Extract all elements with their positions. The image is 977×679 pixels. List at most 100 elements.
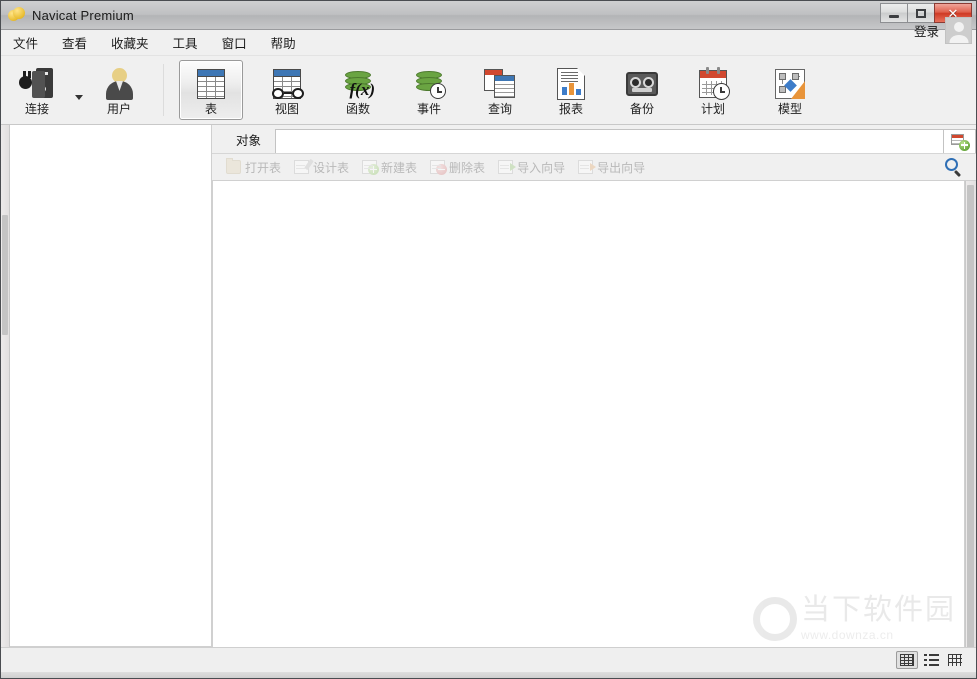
object-action-bar: 打开表 设计表 新建表 删除表 导入向导 导出向导 [212,153,976,181]
schedule-icon [699,67,730,101]
toolbar-label-query: 查询 [487,102,512,116]
toolbar-label-user: 用户 [106,102,131,116]
navicat-logo-icon [8,7,25,23]
action-delete-table-label: 删除表 [449,160,486,175]
minimize-icon [889,14,899,18]
report-icon [557,67,585,101]
toolbar-button-report[interactable]: 报表 [540,60,602,120]
toolbar-button-event[interactable]: 事件 [398,60,460,120]
toolbar-button-function[interactable]: f(x) 函数 [327,60,389,120]
left-scrollbar[interactable] [1,125,10,647]
toolbar-button-view[interactable]: 视图 [256,60,318,120]
toolbar-button-table[interactable]: 表 [179,60,243,120]
toolbar-button-user[interactable]: 用户 [84,60,154,120]
action-new-table[interactable]: 新建表 [362,159,417,176]
action-export-wizard[interactable]: 导出向导 [578,159,645,176]
right-scrollbar[interactable] [965,181,976,655]
open-table-icon [226,158,241,174]
design-table-icon [294,158,314,174]
watermark-main: 当下软件园 [800,594,956,626]
window-bottom-edge [1,672,976,678]
event-icon [416,67,446,101]
view-icon [272,67,304,101]
toolbar-label-function: 函数 [345,102,370,116]
backup-icon [626,67,658,101]
search-icon[interactable] [945,158,962,178]
toolbar-label-model: 模型 [777,102,802,116]
app-window: Navicat Premium ✕ 文件 查看 收藏夹 工具 窗口 帮助 登录 [0,0,977,679]
model-icon [775,67,805,101]
toolbar-label-report: 报表 [558,102,583,116]
toolbar-button-schedule[interactable]: 计划 [682,60,744,120]
menu-tools[interactable]: 工具 [161,30,210,55]
object-list-area[interactable]: 当下软件园 www.downza.cn [212,181,965,647]
left-scrollbar-thumb[interactable] [2,215,8,335]
connection-tree-panel[interactable] [10,125,212,647]
window-title: Navicat Premium [32,7,134,23]
function-icon: f(x) [345,67,375,101]
action-design-table[interactable]: 设计表 [294,158,350,176]
watermark: 当下软件园 www.downza.cn [752,594,956,642]
connection-icon [19,67,55,101]
object-tab-strip[interactable] [275,129,944,153]
main-toolbar: 连接 用户 表 视图 f(x) 函数 事件 查询 报表 备份 计划 模型 [1,56,976,125]
detail-icon [948,654,962,666]
body-area: 对象 打开表 设计表 新建表 删除表 导入向导 导出向导 当下软件园 www.d… [1,125,976,655]
object-tab-bar: 对象 [212,125,976,153]
toolbar-button-backup[interactable]: 备份 [611,60,673,120]
toolbar-button-model[interactable]: 模型 [759,60,821,120]
toolbar-group-objects: 表 视图 f(x) 函数 事件 查询 报表 备份 计划 模型 [178,56,822,124]
action-export-wizard-label: 导出向导 [597,160,646,175]
user-icon [104,67,134,101]
action-open-table-label: 打开表 [245,160,282,175]
tab-objects[interactable]: 对象 [222,125,275,153]
toolbar-label-backup: 备份 [629,102,654,116]
list-view-button[interactable] [920,651,942,669]
right-column: 对象 打开表 设计表 新建表 删除表 导入向导 导出向导 当下软件园 www.d… [212,125,976,655]
watermark-sub: www.downza.cn [800,628,894,642]
toolbar-separator [163,64,164,116]
right-scrollbar-thumb[interactable] [967,185,974,655]
action-new-table-label: 新建表 [381,160,418,175]
status-bar [1,647,976,672]
toolbar-group-connection: 连接 用户 [1,56,155,124]
query-icon [484,67,516,101]
avatar[interactable] [945,16,972,44]
menu-help[interactable]: 帮助 [259,30,308,55]
action-import-wizard-label: 导入向导 [517,160,566,175]
table-icon [197,67,225,101]
menu-file[interactable]: 文件 [1,30,50,55]
action-open-table[interactable]: 打开表 [226,158,282,176]
menu-favorites[interactable]: 收藏夹 [99,30,161,55]
toolbar-label-table: 表 [204,102,217,116]
action-delete-table[interactable]: 删除表 [430,159,485,176]
chevron-down-icon[interactable] [75,94,83,100]
content-wrap: 当下软件园 www.downza.cn [212,181,976,655]
toolbar-label-schedule: 计划 [700,102,725,116]
toolbar-label-connection: 连接 [24,102,49,116]
menu-bar: 文件 查看 收藏夹 工具 窗口 帮助 登录 [1,16,976,56]
ring-logo-icon [752,596,797,641]
grid-icon [900,654,914,666]
export-wizard-icon [578,160,597,174]
minimize-button[interactable] [880,3,908,23]
toolbar-label-view: 视图 [274,102,299,116]
action-design-table-label: 设计表 [313,160,350,175]
new-table-icon [362,160,380,175]
import-wizard-icon [498,160,517,174]
menu-window[interactable]: 窗口 [210,30,259,55]
login-area: 登录 [914,8,972,52]
toolbar-button-query[interactable]: 查询 [469,60,531,120]
tab-objects-label: 对象 [236,133,262,148]
toolbar-button-connection[interactable]: 连接 [2,60,72,120]
title-bar: Navicat Premium ✕ [1,1,976,30]
detail-view-button[interactable] [944,651,966,669]
login-link[interactable]: 登录 [914,21,939,40]
delete-table-icon [430,160,448,175]
new-object-tab-icon [950,133,970,151]
grid-view-button[interactable] [896,651,918,669]
menu-view[interactable]: 查看 [50,30,99,55]
list-icon [923,654,939,666]
new-object-tab-button[interactable] [944,129,976,153]
action-import-wizard[interactable]: 导入向导 [498,159,565,176]
